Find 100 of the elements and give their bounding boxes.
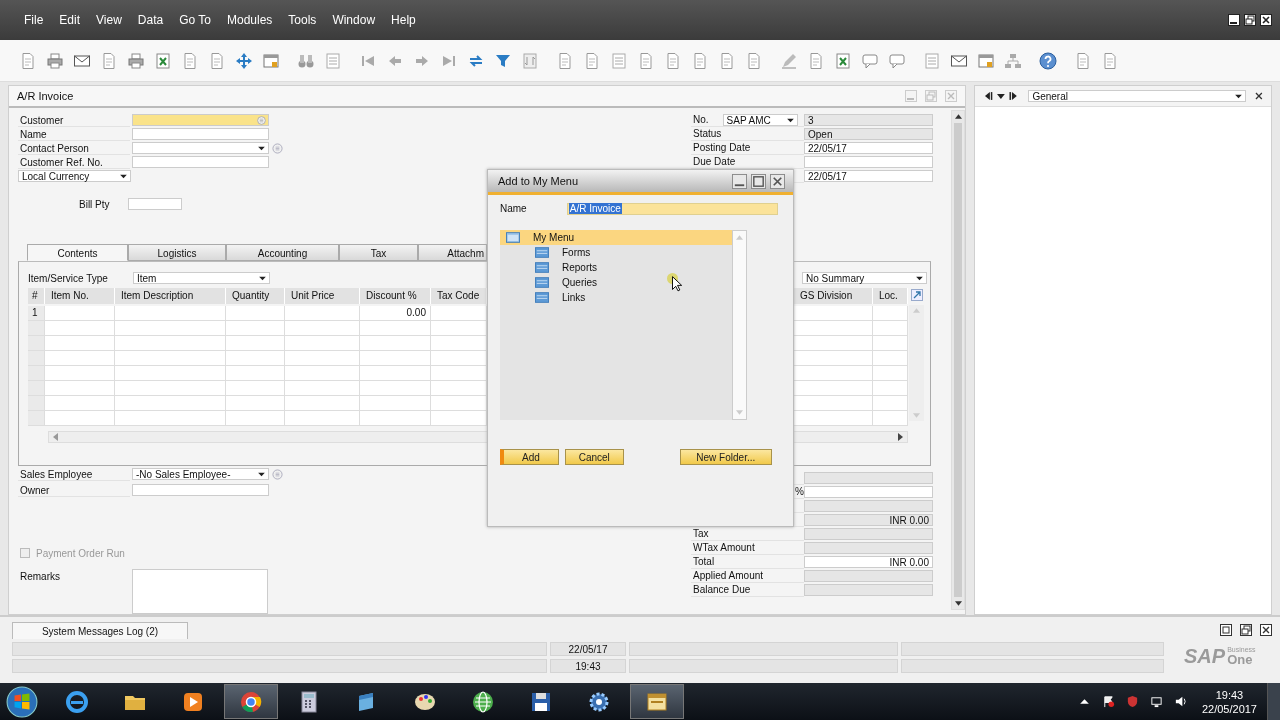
flag-icon[interactable] [1101,695,1115,708]
move-arrows-icon[interactable] [235,51,253,70]
tab[interactable]: Contents [27,244,128,261]
dialog-button[interactable]: Cancel [564,449,624,465]
column-header[interactable]: Item No. [45,288,115,304]
menu-item[interactable]: Data [129,13,172,27]
column-header[interactable]: Unit Price [285,288,360,304]
caret-icon[interactable] [258,146,265,151]
input-field[interactable]: Open [804,128,933,140]
input-field[interactable] [132,142,269,154]
browser-icon[interactable] [239,689,263,714]
close-icon[interactable] [1260,14,1272,26]
column-header[interactable]: Loc. [873,288,908,304]
tab[interactable]: Accounting [226,244,339,261]
menu-item[interactable]: Modules [219,13,281,27]
document-icon[interactable] [1101,51,1119,70]
menu-item[interactable]: Edit [51,13,89,27]
scroll-up-icon[interactable] [954,114,962,119]
currency-dropdown[interactable]: Local Currency [18,170,131,182]
help-icon[interactable] [1039,51,1057,70]
amount-field[interactable] [804,570,933,582]
document-icon[interactable] [208,51,226,70]
dialog-button[interactable]: Add [500,449,559,465]
tree-item[interactable]: Queries [500,275,732,290]
input-field[interactable] [132,114,269,126]
restore-icon[interactable] [1220,624,1232,636]
view-dropdown[interactable]: General [1028,90,1247,102]
speaker-icon[interactable] [1173,695,1187,708]
document-icon[interactable] [19,51,37,70]
column-header[interactable]: Tax Code [431,288,487,304]
menu-item[interactable]: View [88,13,130,27]
restore-icon[interactable] [1244,14,1256,26]
tab[interactable]: System Messages Log (2) [12,621,188,639]
summary-dropdown[interactable]: No Summary [802,272,927,284]
list-icon[interactable] [923,51,941,70]
close-icon[interactable] [1260,624,1272,636]
amount-field[interactable] [804,584,933,596]
amount-field[interactable] [804,486,933,498]
speech-bubble-icon[interactable] [888,51,906,70]
tree-item[interactable]: Forms [500,245,732,260]
amount-field[interactable] [804,528,933,540]
minimize-icon[interactable] [732,173,747,189]
document-icon[interactable] [637,51,655,70]
printer-icon[interactable] [46,51,64,70]
pencil-icon[interactable] [780,51,798,70]
tab[interactable]: Tax [339,244,418,261]
minimize-icon[interactable] [1228,14,1240,26]
speech-bubble-icon[interactable] [861,51,879,70]
list-icon[interactable] [272,142,283,154]
spreadsheet-icon[interactable] [154,51,172,70]
scroll-right-icon[interactable] [898,433,903,441]
document-icon[interactable] [181,51,199,70]
document-icon[interactable] [100,51,118,70]
input-field[interactable] [132,156,269,168]
input-field[interactable] [128,198,182,210]
hierarchy-icon[interactable] [1004,51,1022,70]
item-type-dropdown[interactable]: Item [133,272,270,284]
sort-icon[interactable] [521,51,539,70]
amount-field[interactable]: INR 0.00 [804,514,933,526]
dialog-button[interactable]: New Folder... [679,449,772,465]
tab[interactable]: Logistics [128,244,226,261]
column-header[interactable]: Quantity [226,288,285,304]
document-icon[interactable] [583,51,601,70]
input-field[interactable] [804,156,933,168]
document-icon[interactable] [745,51,763,70]
scroll-thumb[interactable] [954,123,962,597]
expand-arrow-icon[interactable] [910,289,923,301]
column-header[interactable]: Item Description [115,288,226,304]
sales-employee-dropdown[interactable]: -No Sales Employee- [132,468,269,480]
input-field[interactable]: 22/05/17 [804,170,933,182]
document-icon[interactable] [807,51,825,70]
tree-item[interactable]: My Menu [500,230,732,245]
start-button[interactable] [6,685,38,718]
amount-field[interactable] [804,542,933,554]
printer-icon[interactable] [127,51,145,70]
tab[interactable]: Attachm [418,244,487,261]
document-icon[interactable] [556,51,574,70]
name-field[interactable]: A/R Invoice [566,202,778,215]
spreadsheet-icon[interactable] [834,51,852,70]
restore-icon[interactable] [1240,624,1252,636]
input-field[interactable]: 3 [804,114,933,126]
back-arrow-icon[interactable] [983,91,993,101]
close-icon[interactable] [770,173,785,189]
document-icon[interactable] [664,51,682,70]
column-header[interactable]: # [28,288,45,304]
remarks-field[interactable] [132,569,268,614]
amount-field[interactable]: INR 0.00 [804,556,933,568]
maximize-icon[interactable] [751,173,766,189]
input-field[interactable]: 22/05/17 [804,142,933,154]
list-icon[interactable] [257,116,266,125]
menu-item[interactable]: Tools [280,13,325,27]
column-header[interactable]: Discount % [360,288,431,304]
amount-field[interactable] [804,472,933,484]
network-icon[interactable] [1149,695,1163,708]
globe-icon[interactable] [471,689,495,714]
document-icon[interactable] [718,51,736,70]
menu-item[interactable]: File [16,13,52,27]
document-icon[interactable] [691,51,709,70]
menu-item[interactable]: Help [383,13,424,27]
scroll-left-icon[interactable] [53,433,58,441]
